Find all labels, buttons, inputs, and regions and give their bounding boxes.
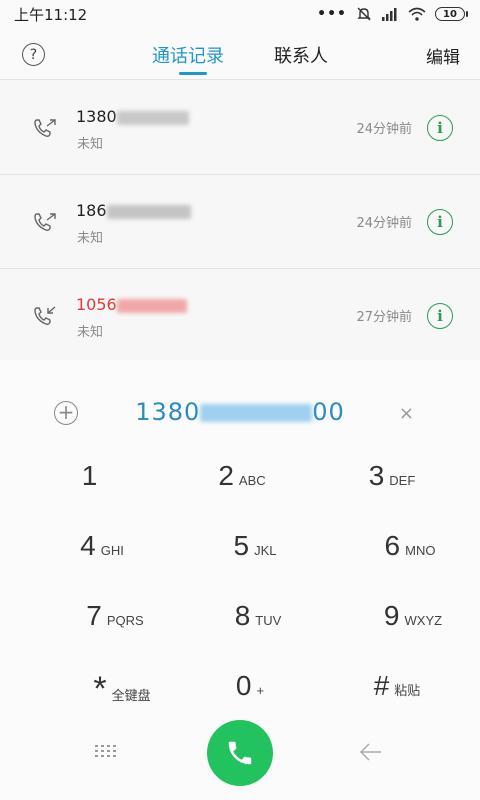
outgoing-call-icon	[34, 119, 56, 137]
clear-button[interactable]: ×	[399, 403, 414, 424]
incoming-call-icon	[34, 306, 56, 325]
key-9[interactable]: 9 WXYZ	[343, 600, 480, 656]
info-icon[interactable]: i	[427, 115, 453, 141]
key-hash[interactable]: # 粘贴	[327, 670, 467, 726]
call-log-item[interactable]: 1056 未知 27分钟前 i	[0, 269, 480, 363]
call-number: 186	[76, 201, 191, 220]
call-button[interactable]	[207, 720, 273, 786]
key-4[interactable]: 4 GHI	[32, 530, 172, 586]
call-number: 1380	[76, 107, 189, 126]
dialpad: + 1380 00 × 1 2 ABC 3 DEF 4 GHI 5 JKL 6 MNO 7P…	[0, 360, 480, 800]
call-time: 27分钟前	[356, 310, 412, 325]
call-location: 未知	[77, 325, 104, 340]
call-log-item[interactable]: 186 未知 24分钟前 i	[0, 175, 480, 269]
header: ? 通话记录 联系人 编辑	[0, 28, 480, 80]
status-bar: 上午11:12 ••• 10	[0, 0, 480, 28]
wifi-icon	[408, 7, 426, 21]
key-0[interactable]: 0 +	[180, 670, 320, 726]
call-time: 24分钟前	[356, 216, 412, 231]
call-location: 未知	[77, 231, 104, 246]
tab-call-history[interactable]: 通话记录	[152, 42, 224, 68]
dialpad-bottom-bar	[0, 720, 480, 800]
info-icon[interactable]: i	[427, 303, 453, 329]
key-7[interactable]: 7 PQRS	[45, 600, 185, 656]
dialpad-toggle-icon[interactable]	[93, 744, 119, 762]
status-time: 上午11:12	[14, 5, 88, 24]
call-log-list: 1380 未知 24分钟前 i 186 未知 24分钟前 i 1056 未知 2…	[0, 81, 480, 363]
edit-button[interactable]: 编辑	[426, 43, 460, 68]
key-5[interactable]: 5 JKL	[185, 530, 325, 586]
key-star[interactable]: * 全键盘	[52, 670, 192, 726]
battery-icon: 10	[435, 7, 468, 21]
signal-icon	[382, 8, 397, 21]
mute-bell-icon	[357, 7, 371, 21]
help-icon[interactable]: ?	[22, 43, 45, 66]
tab-active-indicator	[179, 72, 207, 75]
info-icon[interactable]: i	[427, 209, 453, 235]
tab-contacts[interactable]: 联系人	[274, 42, 328, 68]
call-location: 未知	[77, 137, 104, 152]
key-8[interactable]: 8 TUV	[188, 600, 328, 656]
call-log-item[interactable]: 1380 未知 24分钟前 i	[0, 81, 480, 175]
key-2[interactable]: 2 ABC	[172, 460, 312, 516]
key-6[interactable]: 6 MNO	[340, 530, 480, 586]
key-1[interactable]: 1	[22, 460, 162, 516]
outgoing-call-icon	[34, 213, 56, 231]
more-notifications-icon: •••	[317, 6, 347, 22]
phone-icon	[228, 741, 252, 765]
call-number: 1056	[76, 295, 187, 314]
key-3[interactable]: 3 DEF	[322, 460, 462, 516]
backspace-icon[interactable]	[358, 742, 384, 762]
call-time: 24分钟前	[356, 122, 412, 137]
